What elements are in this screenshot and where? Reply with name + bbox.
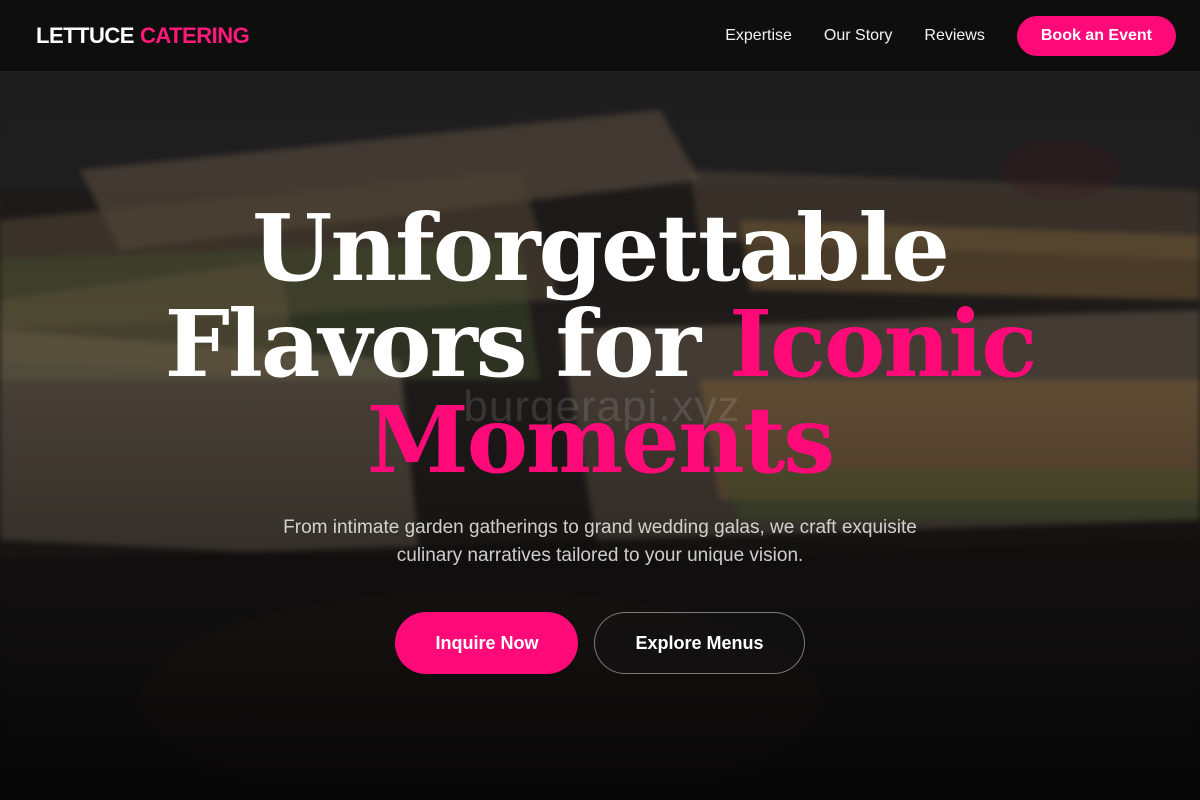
- explore-menus-button[interactable]: Explore Menus: [594, 612, 805, 674]
- main-nav: Expertise Our Story Reviews Book an Even…: [693, 15, 1176, 56]
- nav-link-our-story[interactable]: Our Story: [824, 27, 892, 45]
- brand-name: LETTUCE: [36, 22, 134, 48]
- headline-accent-moments: Moments: [366, 386, 835, 494]
- navbar: LETTUCE CATERING Expertise Our Story Rev…: [0, 0, 1200, 72]
- hero-headline: Unforgettable Flavors for Iconic Moments: [0, 200, 1200, 488]
- hero-content: Unforgettable Flavors for Iconic Moments…: [0, 200, 1200, 674]
- nav-link-expertise[interactable]: Expertise: [725, 27, 792, 45]
- hero-cta-row: Inquire Now Explore Menus: [0, 612, 1200, 674]
- brand-name-accent: CATERING: [139, 22, 250, 48]
- headline-line-2: Flavors for: [164, 290, 701, 398]
- headline-line-1: Unforgettable: [252, 194, 950, 302]
- brand-logo[interactable]: LETTUCE CATERING: [36, 22, 250, 49]
- nav-link-reviews[interactable]: Reviews: [924, 27, 984, 45]
- headline-accent-iconic: Iconic: [729, 290, 1037, 398]
- hero-subtitle: From intimate garden gatherings to grand…: [283, 517, 917, 566]
- book-event-button[interactable]: Book an Event: [1016, 15, 1176, 56]
- inquire-now-button[interactable]: Inquire Now: [395, 612, 579, 674]
